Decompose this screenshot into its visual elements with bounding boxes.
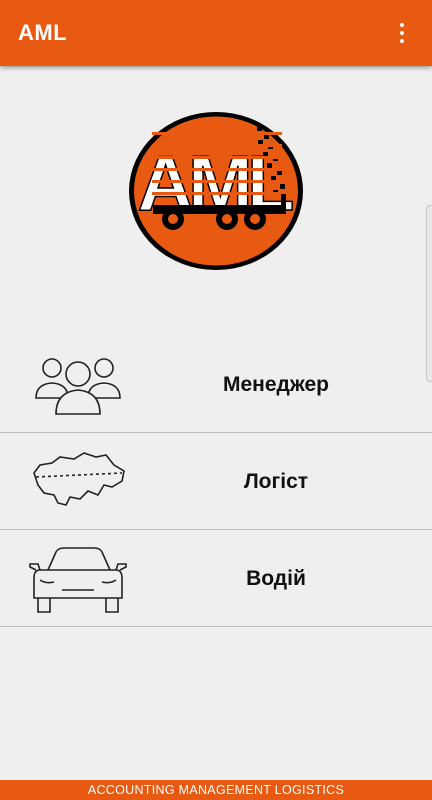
car-icon bbox=[26, 540, 130, 620]
menu-item-label: Логіст bbox=[243, 469, 309, 493]
aml-logo: AML bbox=[127, 110, 305, 272]
app-title: AML bbox=[18, 20, 68, 45]
app-bar: AML bbox=[0, 0, 432, 66]
people-group-icon bbox=[26, 346, 130, 426]
menu-item-label: Водій bbox=[246, 566, 306, 590]
menu-item-manager[interactable]: Менеджер bbox=[0, 336, 432, 433]
menu-item-driver[interactable]: Водій bbox=[0, 530, 432, 627]
menu-item-label: Менеджер bbox=[223, 372, 329, 396]
ukraine-map-route-icon bbox=[26, 443, 130, 523]
role-menu: Менеджер Логіст Водій bbox=[0, 336, 432, 627]
menu-item-logist[interactable]: Логіст bbox=[0, 433, 432, 530]
more-vert-icon[interactable] bbox=[390, 17, 414, 49]
footer-banner: ACCOUNTING MANAGEMENT LOGISTICS bbox=[0, 780, 432, 800]
